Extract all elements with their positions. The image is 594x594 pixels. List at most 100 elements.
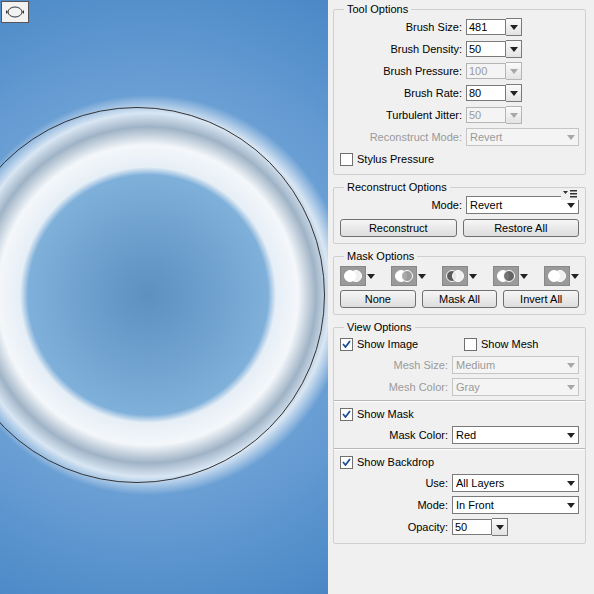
mask-mode-button[interactable] <box>544 266 579 286</box>
view-fields: Mesh Size: Medium Mesh Color: Gray <box>340 355 579 397</box>
field-label: Use: <box>340 477 448 489</box>
mask-mode-button[interactable] <box>391 266 426 286</box>
separator <box>334 400 585 402</box>
checkbox-label: Show Image <box>357 338 418 350</box>
mask-mode-swatch[interactable] <box>544 266 570 286</box>
field-value: 481 <box>469 21 487 33</box>
select-value: Revert <box>470 199 502 211</box>
separator <box>334 448 585 450</box>
combo-box[interactable]: 50 <box>466 39 579 59</box>
field-label: Mesh Color: <box>340 381 448 393</box>
select-wrap: In Front <box>452 495 579 515</box>
dropdown-button[interactable] <box>506 106 522 124</box>
view-group: Show Backdrop Use: All Layers Mode: In Front… <box>340 453 579 537</box>
select-box[interactable]: Red <box>452 426 579 444</box>
action-button[interactable]: Invert All <box>503 290 579 308</box>
select-value: Revert <box>470 131 502 143</box>
value-field[interactable]: 80 <box>466 85 506 101</box>
checkbox[interactable] <box>340 338 353 351</box>
field-label: Mode: <box>340 499 448 511</box>
combo-box[interactable]: 481 <box>466 17 579 37</box>
checkbox-row[interactable]: Show Image <box>340 335 464 353</box>
panel-menu-button[interactable] <box>561 188 579 200</box>
checkbox-row[interactable]: Show Mask <box>340 405 464 423</box>
field-label: Brush Density: <box>340 43 462 55</box>
combo-box[interactable]: 50 <box>466 105 579 125</box>
reconstruct-tool-icon <box>6 4 24 20</box>
mask-mode-icon <box>496 269 516 283</box>
action-button[interactable]: Mask All <box>422 290 498 308</box>
checkbox[interactable] <box>340 153 353 166</box>
mask-mode-button[interactable] <box>493 266 528 286</box>
check-row: Show Image Show Mesh <box>340 335 579 353</box>
mask-mode-swatch[interactable] <box>340 266 366 286</box>
action-button[interactable]: Restore All <box>463 219 580 237</box>
action-button[interactable]: None <box>340 290 416 308</box>
checkbox[interactable] <box>464 338 477 351</box>
dropdown-button[interactable] <box>506 62 522 80</box>
dropdown-button[interactable] <box>492 518 508 536</box>
checkbox[interactable] <box>340 456 353 469</box>
reconstruct-options-group: Reconstruct OptionsMode:RevertReconstruc… <box>333 181 586 244</box>
mask-options-group: Mask OptionsNoneMask AllInvert All <box>333 250 586 315</box>
mask-mode-swatch[interactable] <box>493 266 519 286</box>
check-icon <box>342 458 351 466</box>
tool-options-group: Tool OptionsBrush Size:481Brush Density:… <box>333 3 586 175</box>
select-box[interactable]: Revert <box>466 128 579 146</box>
mask-mode-button[interactable] <box>442 266 477 286</box>
checkbox-label: Show Backdrop <box>357 456 434 468</box>
mask-mode-icon <box>547 269 567 283</box>
dropdown-button[interactable] <box>506 84 522 102</box>
select-box[interactable]: All Layers <box>452 474 579 492</box>
mask-mode-swatch[interactable] <box>391 266 417 286</box>
mask-mode-icon <box>343 269 363 283</box>
checkbox-label: Show Mask <box>357 408 414 420</box>
value-field[interactable]: 100 <box>466 63 506 79</box>
dropdown-arrow-icon <box>510 91 518 96</box>
field-label: Turbulent Jitter: <box>340 109 462 121</box>
field-value: 100 <box>469 65 487 77</box>
select-wrap: Revert <box>466 127 579 147</box>
action-button[interactable]: Reconstruct <box>340 219 457 237</box>
dropdown-arrow-icon <box>567 363 575 368</box>
dropdown-arrow-icon <box>567 503 575 508</box>
tool-options-grid: Brush Size:481Brush Density:50Brush Pres… <box>340 17 579 147</box>
dropdown-button[interactable] <box>506 18 522 36</box>
dropdown-arrow-icon <box>510 69 518 74</box>
combo-box[interactable]: 100 <box>466 61 579 81</box>
select-wrap: Red <box>452 425 579 445</box>
group-title: View Options <box>344 321 415 333</box>
field-label: Brush Size: <box>340 21 462 33</box>
select-value: Gray <box>456 381 480 393</box>
combo-box[interactable]: 80 <box>466 83 579 103</box>
checkbox[interactable] <box>340 408 353 421</box>
preview-image[interactable] <box>0 0 328 594</box>
mask-mode-button[interactable] <box>340 266 375 286</box>
select-box[interactable]: Medium <box>452 356 579 374</box>
value-field[interactable]: 481 <box>466 19 506 35</box>
dropdown-arrow-icon <box>510 25 518 30</box>
select-value: Medium <box>456 359 495 371</box>
checkbox-row[interactable]: Show Backdrop <box>340 453 464 471</box>
dropdown-arrow-icon <box>520 274 528 279</box>
value-field[interactable]: 50 <box>466 41 506 57</box>
dropdown-arrow-icon <box>418 274 426 279</box>
field-label: Opacity: <box>340 521 448 533</box>
checkbox-row[interactable]: Stylus Pressure <box>340 150 579 168</box>
value-field[interactable]: 50 <box>466 107 506 123</box>
dropdown-button[interactable] <box>506 40 522 58</box>
button-row: Reconstruct Restore All <box>340 219 579 237</box>
view-group: Show ImageShow MeshMesh Size:MediumMesh … <box>340 335 579 397</box>
panel-menu-icon <box>563 189 577 198</box>
mask-mode-swatch[interactable] <box>442 266 468 286</box>
checkbox-row[interactable]: Show Mesh <box>464 335 579 353</box>
select-box[interactable]: In Front <box>452 496 579 514</box>
dropdown-arrow-icon <box>567 481 575 486</box>
reconstruct-tool-button[interactable] <box>1 1 29 23</box>
select-box[interactable]: Gray <box>452 378 579 396</box>
checkbox-label: Show Mesh <box>481 338 538 350</box>
field-label: Mesh Size: <box>340 359 448 371</box>
combo-box[interactable]: 50 <box>452 517 579 537</box>
dropdown-arrow-icon <box>496 525 504 530</box>
value-field[interactable]: 50 <box>452 519 492 535</box>
